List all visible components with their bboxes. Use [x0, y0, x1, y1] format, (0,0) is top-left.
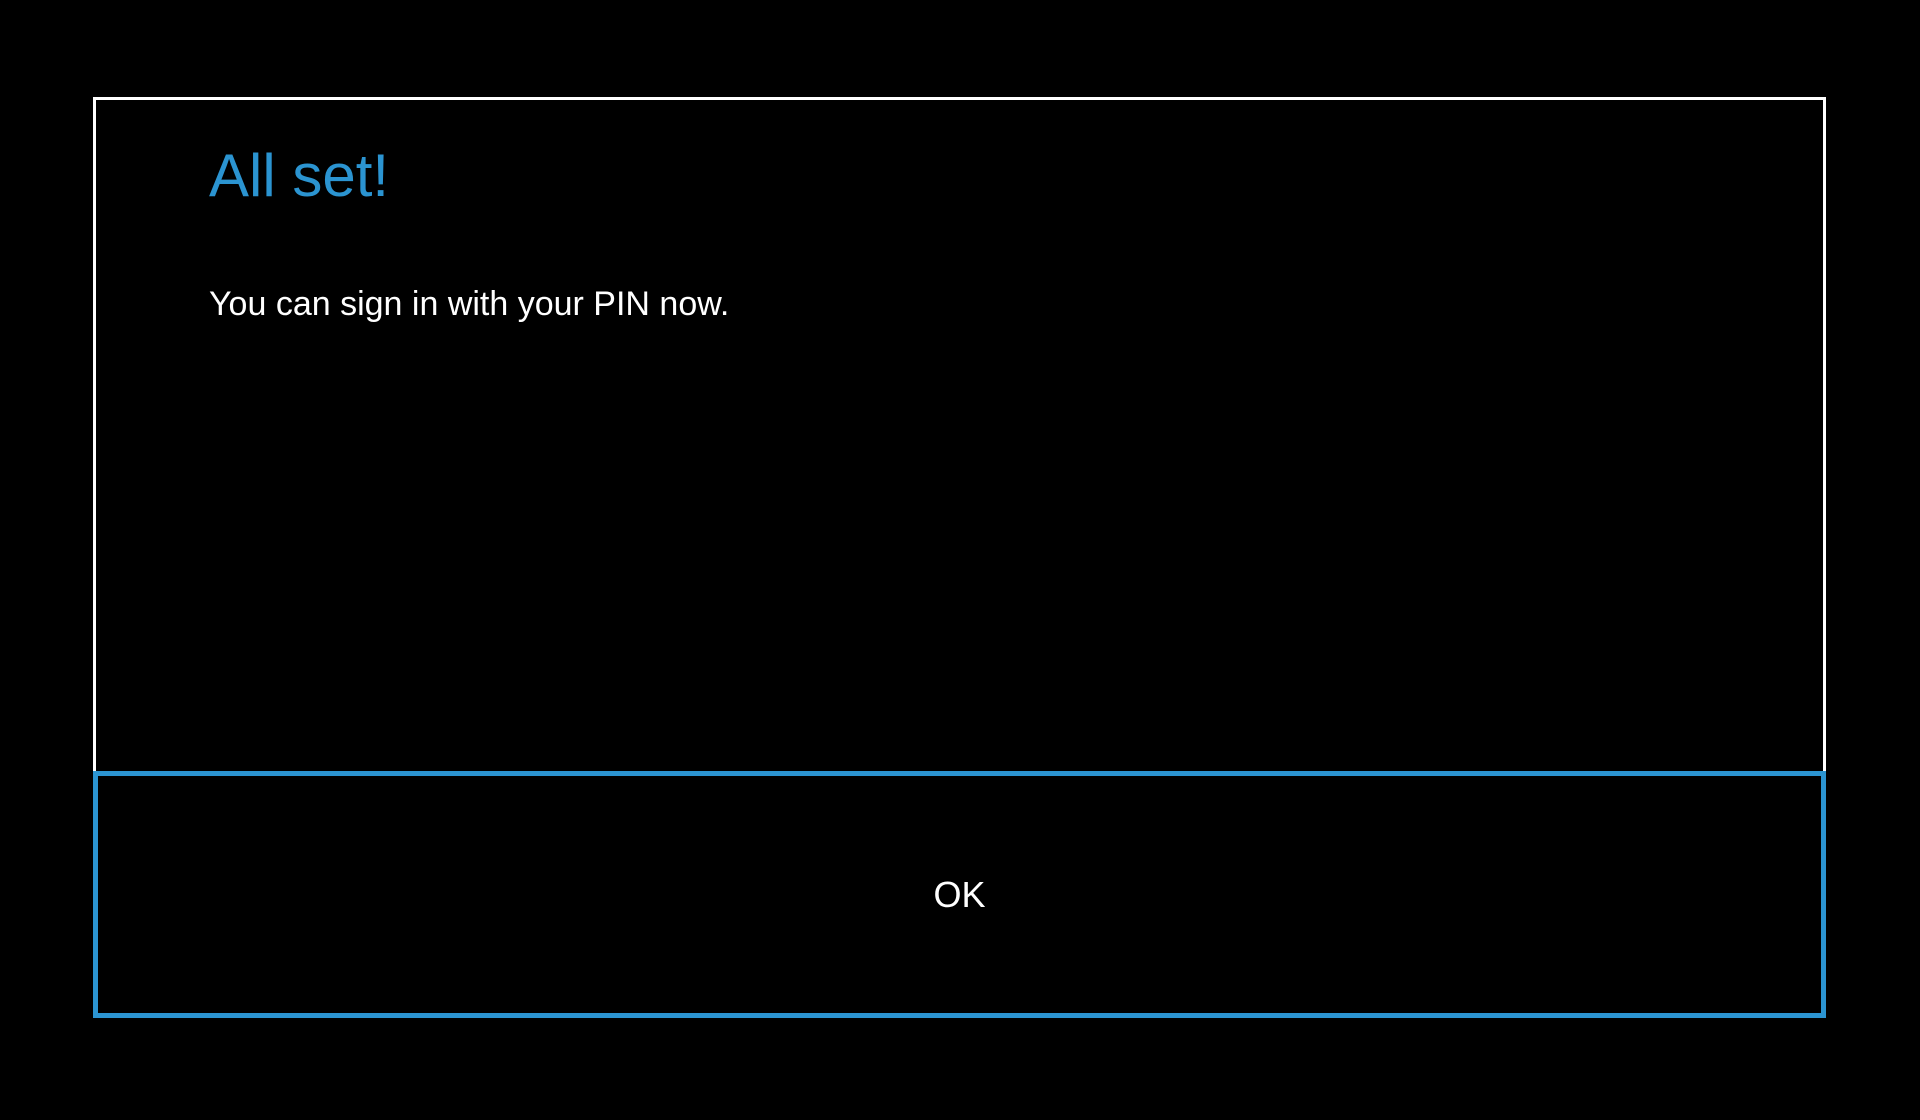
dialog-content: All set! You can sign in with your PIN n… — [96, 100, 1823, 771]
ok-button-label: OK — [933, 874, 985, 916]
dialog-message: You can sign in with your PIN now. — [209, 282, 1710, 326]
dialog-title: All set! — [209, 140, 1710, 212]
ok-button[interactable]: OK — [93, 771, 1826, 1018]
pin-setup-complete-dialog: All set! You can sign in with your PIN n… — [93, 97, 1826, 1018]
